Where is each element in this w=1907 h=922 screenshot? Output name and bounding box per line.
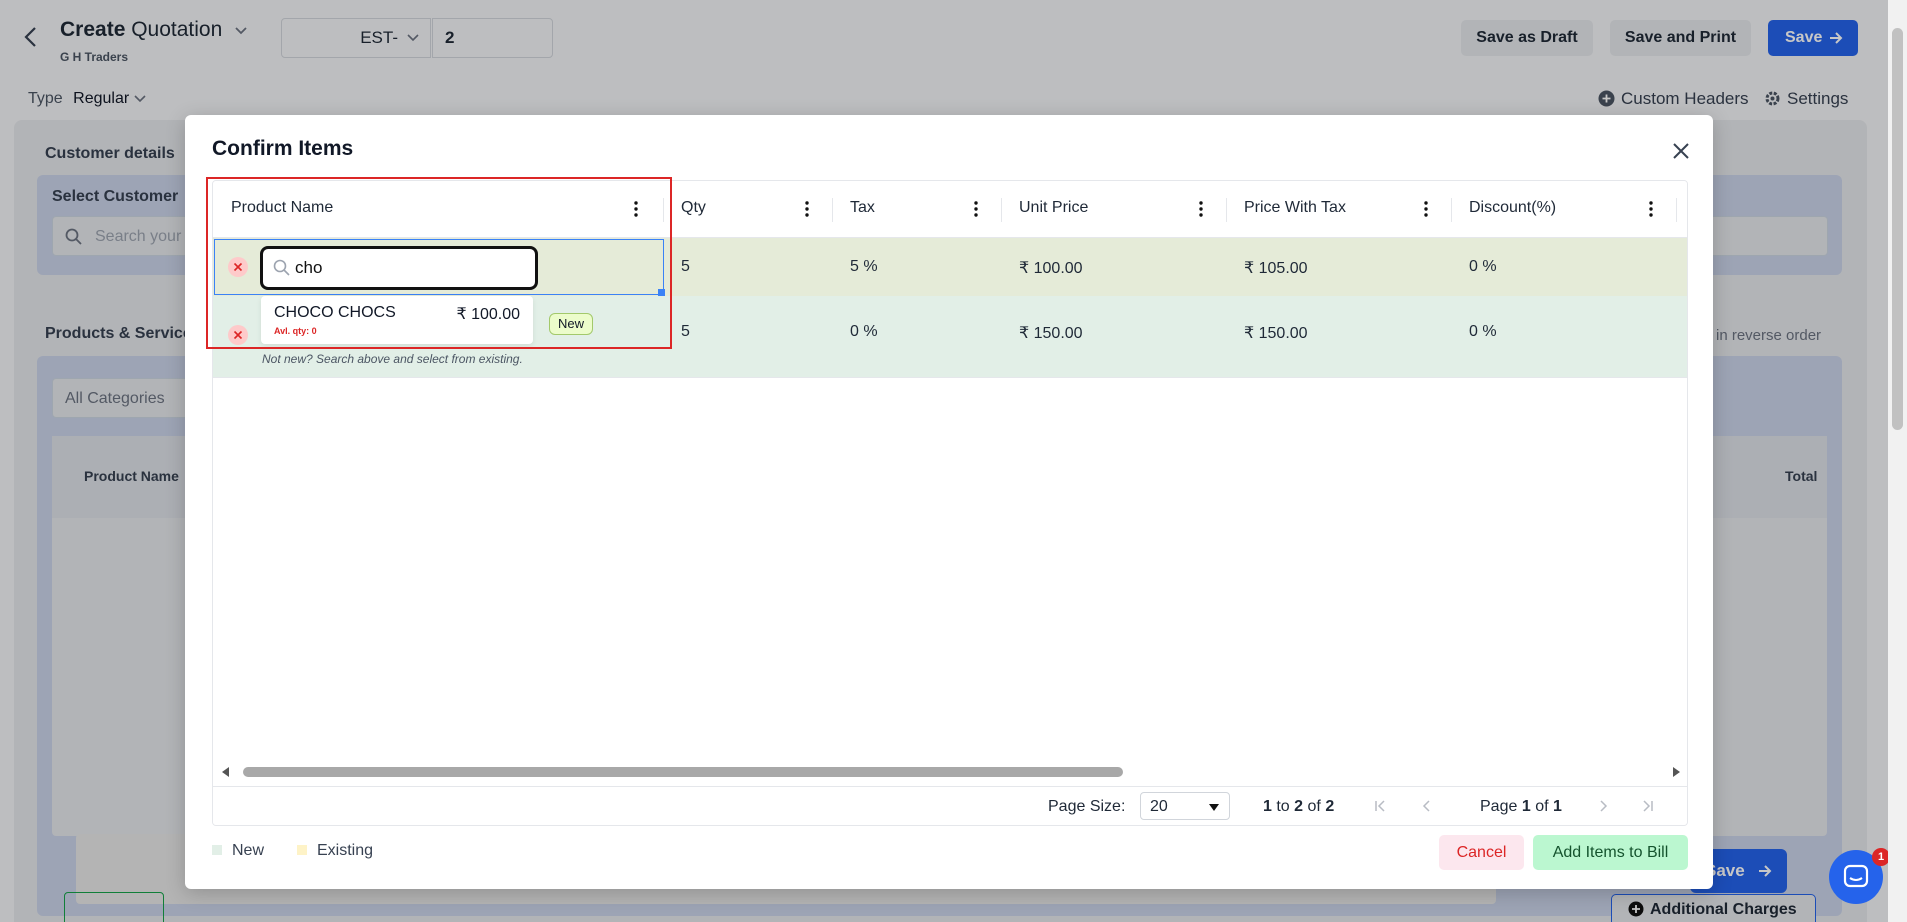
tax-cell[interactable]: 5 %: [850, 258, 878, 276]
column-menu-icon[interactable]: [1649, 201, 1653, 217]
horizontal-scrollbar[interactable]: [213, 763, 1687, 781]
close-icon: [233, 262, 243, 272]
page-size-label: Page Size:: [1048, 798, 1126, 815]
cancel-button[interactable]: Cancel: [1439, 835, 1524, 870]
unit-price-cell[interactable]: ₹ 100.00: [1019, 258, 1083, 278]
column-menu-icon[interactable]: [805, 201, 809, 217]
grid-header: Product Name Qty Tax Unit Price Price Wi…: [213, 181, 1687, 238]
header-discount[interactable]: Discount(%): [1469, 199, 1556, 217]
scrollbar-thumb[interactable]: [243, 767, 1123, 777]
page-indicator: Page 1 of 1: [1480, 798, 1562, 815]
header-price-with-tax[interactable]: Price With Tax: [1244, 199, 1346, 217]
column-menu-icon[interactable]: [1199, 201, 1203, 217]
column-separator[interactable]: [1451, 198, 1452, 222]
page-scrollbar[interactable]: [1888, 0, 1907, 922]
column-separator[interactable]: [663, 198, 664, 222]
scrollbar-thumb[interactable]: [1892, 28, 1903, 430]
page-size-select[interactable]: 20: [1140, 792, 1230, 820]
fill-handle[interactable]: [658, 289, 665, 296]
search-icon: [273, 259, 290, 276]
pagination-bar: Page Size: 20 1 to 2 of 2 Page 1 of 1: [213, 786, 1687, 825]
column-menu-icon[interactable]: [634, 201, 638, 217]
discount-cell[interactable]: 0 %: [1469, 258, 1497, 276]
suggestion-price: ₹ 100.00: [456, 306, 520, 323]
legend-swatch-existing: [297, 845, 307, 855]
last-page-icon[interactable]: [1641, 799, 1655, 813]
header-tax[interactable]: Tax: [850, 199, 875, 217]
not-new-hint: Not new? Search above and select from ex…: [262, 352, 523, 366]
header-qty[interactable]: Qty: [681, 199, 706, 217]
column-separator[interactable]: [1226, 198, 1227, 222]
remove-row-button[interactable]: [228, 325, 248, 345]
row-range: 1 to 2 of 2: [1263, 798, 1335, 815]
remove-row-button[interactable]: [228, 257, 248, 277]
suggestion-name: CHOCO CHOCS: [274, 304, 396, 321]
unit-price-cell[interactable]: ₹ 150.00: [1019, 323, 1083, 343]
column-separator[interactable]: [832, 198, 833, 222]
column-menu-icon[interactable]: [1424, 201, 1428, 217]
suggestion-available-qty: Avl. qty: 0: [274, 326, 317, 336]
confirm-items-modal: Confirm Items Product Name Qty Tax Unit …: [185, 115, 1713, 889]
previous-page-icon[interactable]: [1420, 799, 1434, 813]
close-icon: [233, 330, 243, 340]
header-product-name[interactable]: Product Name: [231, 199, 333, 217]
confirm-items-grid: Product Name Qty Tax Unit Price Price Wi…: [212, 180, 1688, 826]
tax-cell[interactable]: 0 %: [850, 323, 878, 341]
product-search-input[interactable]: cho: [260, 246, 538, 290]
qty-cell[interactable]: 5: [681, 258, 690, 276]
legend-existing: Existing: [297, 842, 373, 860]
product-suggestion-item[interactable]: CHOCO CHOCS ₹ 100.00 Avl. qty: 0: [261, 296, 533, 344]
header-unit-price[interactable]: Unit Price: [1019, 199, 1088, 217]
price-with-tax-cell[interactable]: ₹ 150.00: [1244, 323, 1308, 343]
table-row[interactable]: cho 5 5 % ₹ 100.00 ₹ 105.00 0 %: [213, 238, 1687, 296]
legend-swatch-new: [212, 845, 222, 855]
column-separator[interactable]: [1001, 198, 1002, 222]
modal-title: Confirm Items: [212, 137, 354, 160]
column-separator[interactable]: [1676, 198, 1677, 222]
scroll-right-icon[interactable]: [1671, 767, 1681, 777]
scroll-left-icon[interactable]: [221, 767, 231, 777]
price-with-tax-cell[interactable]: ₹ 105.00: [1244, 258, 1308, 278]
legend-new: New: [212, 842, 264, 860]
close-icon[interactable]: [1669, 139, 1693, 163]
first-page-icon[interactable]: [1373, 799, 1387, 813]
next-page-icon[interactable]: [1596, 799, 1610, 813]
column-menu-icon[interactable]: [974, 201, 978, 217]
discount-cell[interactable]: 0 %: [1469, 323, 1497, 341]
new-badge: New: [549, 313, 594, 335]
caret-down-icon: [1209, 804, 1219, 811]
add-items-to-bill-button[interactable]: Add Items to Bill: [1533, 835, 1688, 870]
qty-cell[interactable]: 5: [681, 323, 690, 341]
